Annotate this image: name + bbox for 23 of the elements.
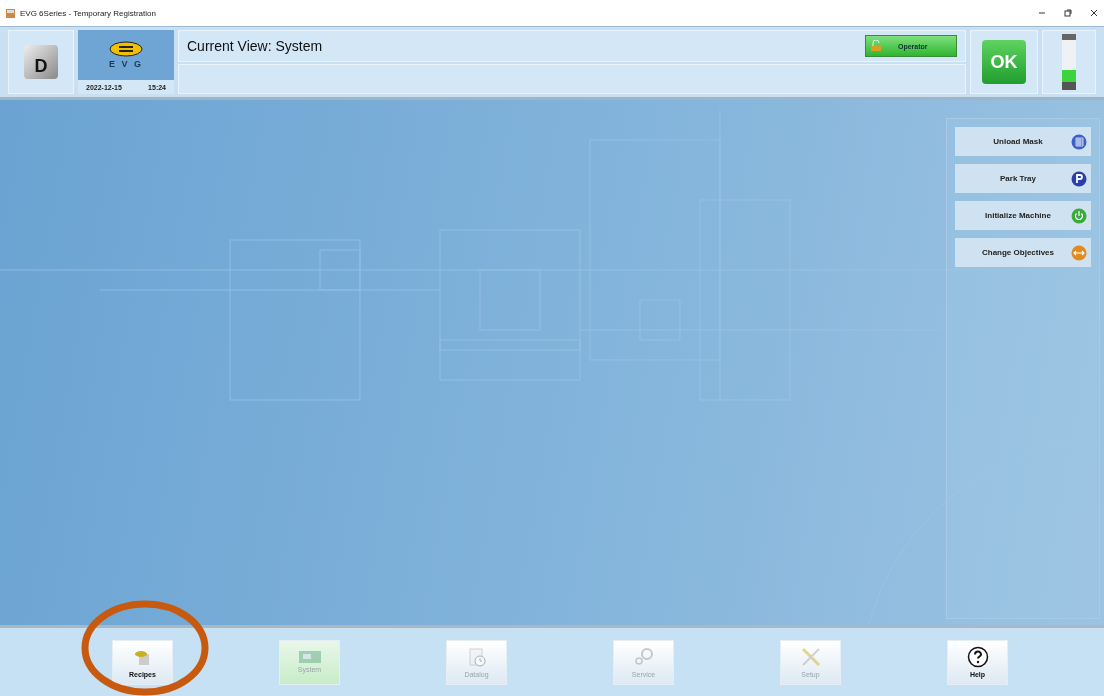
arrows-icon bbox=[1071, 244, 1087, 261]
gears-icon bbox=[632, 646, 655, 668]
logo-icon bbox=[109, 41, 143, 57]
action-button[interactable]: Initialize Machine bbox=[955, 201, 1091, 230]
action-button[interactable]: Unload Mask bbox=[955, 127, 1091, 156]
power-icon bbox=[1071, 207, 1087, 224]
machine-icon bbox=[298, 651, 321, 663]
lock-icon bbox=[870, 40, 882, 52]
window-title: EVG 6Series - Temporary Registration bbox=[20, 8, 157, 18]
restore-icon[interactable] bbox=[1064, 9, 1072, 17]
help-icon bbox=[966, 646, 989, 668]
tools-icon bbox=[799, 646, 822, 668]
close-icon[interactable] bbox=[1090, 9, 1098, 17]
logo-text: E V G bbox=[109, 59, 143, 69]
minimize-icon[interactable] bbox=[1038, 9, 1046, 17]
action-button[interactable]: Park Tray bbox=[955, 164, 1091, 193]
signal-tower-icon bbox=[1062, 34, 1076, 90]
parking-icon bbox=[1071, 170, 1087, 187]
grid-icon bbox=[1071, 133, 1087, 150]
current-view-title: Current View: System bbox=[187, 38, 323, 54]
mode-key-button[interactable]: D bbox=[24, 45, 58, 79]
action-button[interactable]: Change Objectives bbox=[955, 238, 1091, 267]
app-icon bbox=[6, 8, 15, 18]
